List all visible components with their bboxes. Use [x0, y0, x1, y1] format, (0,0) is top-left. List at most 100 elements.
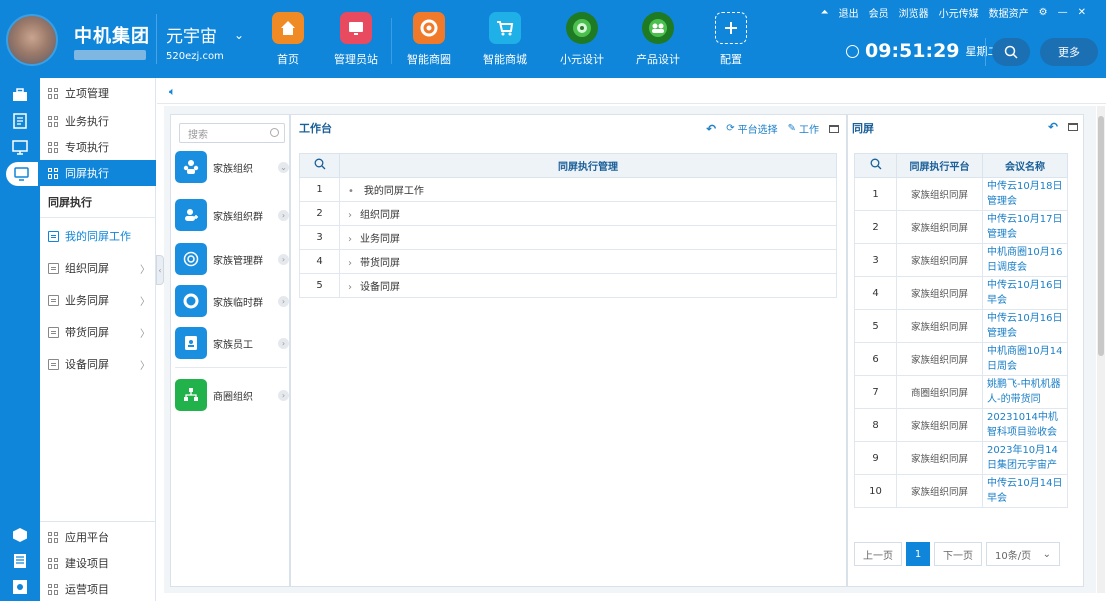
submenu-label: 带货同屏 [65, 326, 109, 339]
menu-item-operation-project[interactable]: 运营项目 [40, 576, 156, 601]
column-header-meeting: 会议名称 [982, 153, 1068, 178]
table-row[interactable]: 5 › 设备同屏 [299, 273, 837, 298]
platform-select-label: 平台选择 [737, 125, 778, 136]
prev-page-button[interactable]: 上一页 [854, 542, 902, 566]
more-button[interactable]: 更多 [1040, 38, 1098, 66]
meeting-link[interactable]: 中传云10月18日管理会 [982, 177, 1068, 211]
chevron-right-icon[interactable]: › [348, 282, 352, 293]
menu-item-project-management[interactable]: 立项管理 [40, 80, 156, 106]
submenu-device-screen[interactable]: 设备同屏 〉 [48, 352, 154, 376]
menu-item-business-execution[interactable]: 业务执行 [40, 108, 156, 134]
link-logout[interactable]: 退出 [839, 5, 859, 20]
page-size-select[interactable]: 10条/页 ⌄ [986, 542, 1060, 566]
back-icon[interactable]: ↶ [1048, 120, 1058, 134]
submenu-org-screen[interactable]: 组织同屏 〉 [48, 256, 154, 280]
table-row[interactable]: 9 家族组织同屏 2023年10月14日集团元宇宙产 [854, 441, 1068, 475]
meeting-link[interactable]: 中传云10月14日早会 [982, 474, 1068, 508]
chevron-down-icon[interactable]: ⌄ [234, 28, 244, 42]
document-icon[interactable] [9, 110, 31, 132]
table-row[interactable]: 1 家族组织同屏 中传云10月18日管理会 [854, 177, 1068, 211]
table-row[interactable]: 4 家族组织同屏 中传云10月16日早会 [854, 276, 1068, 310]
meeting-link[interactable]: 中传云10月16日管理会 [982, 309, 1068, 343]
link-data-assets[interactable]: 数据资产 [989, 5, 1029, 20]
meeting-link[interactable]: 中传云10月17日管理会 [982, 210, 1068, 244]
group-item-family-org[interactable]: 家族组织 ⌄ [175, 147, 289, 187]
nav-smart-business-circle[interactable]: 智能商圈 [394, 12, 464, 72]
menu-item-construction-project[interactable]: 建设项目 [40, 550, 156, 576]
group-label: 家族组织群 [213, 211, 263, 223]
link-xiaoyuan-media[interactable]: 小元传媒 [939, 5, 979, 20]
broadcast-icon [175, 243, 207, 275]
next-page-button[interactable]: 下一页 [934, 542, 982, 566]
search-input[interactable]: 搜索 [179, 123, 285, 143]
meeting-link[interactable]: 中机商圈10月14日周会 [982, 342, 1068, 376]
nav-product-design[interactable]: 产品设计 [623, 12, 693, 72]
meeting-link[interactable]: 姚鹏飞-中机机器人-的带货同 [982, 375, 1068, 409]
link-browser[interactable]: 浏览器 [899, 5, 929, 20]
screen-panel: 同屏 ↶ 同屏执行平台 会议名称 1 家族组织同屏 中传云10月18日管理会 2 家族组… [847, 114, 1084, 587]
link-member[interactable]: 会员 [869, 5, 889, 20]
menu-item-special-execution[interactable]: 专项执行 [40, 134, 156, 160]
chevron-right-icon[interactable]: › [348, 258, 352, 269]
operation-icon[interactable] [9, 576, 31, 598]
nav-xiaoyuan-design[interactable]: 小元设计 [547, 12, 617, 72]
table-row[interactable]: 8 家族组织同屏 20231014中机智科项目验收会 [854, 408, 1068, 442]
chevron-right-icon[interactable]: › [348, 234, 352, 245]
submenu-business-screen[interactable]: 业务同屏 〉 [48, 288, 154, 312]
group-item-family-temp-group[interactable]: 家族临时群 › [175, 281, 289, 321]
group-item-family-org-group[interactable]: 家族组织群 › [175, 195, 289, 235]
screen-share-icon[interactable] [6, 162, 38, 186]
workspace-actions: ↶ ⟳ 平台选择 ✎ 工作 [706, 121, 839, 136]
briefcase-icon[interactable] [9, 84, 31, 106]
chevron-right-icon[interactable]: › [348, 210, 352, 221]
table-row[interactable]: 4 › 带货同屏 [299, 249, 837, 274]
building-icon[interactable] [9, 550, 31, 572]
vertical-scrollbar[interactable] [1097, 106, 1105, 593]
table-row[interactable]: 3 › 业务同屏 [299, 225, 837, 250]
window-restore-icon[interactable] [1068, 123, 1078, 131]
search-column-header[interactable] [854, 153, 897, 178]
close-icon[interactable]: ✕ [1078, 7, 1086, 18]
gear-icon[interactable]: ⚙ [1039, 7, 1048, 18]
scrollbar-thumb[interactable] [1098, 116, 1104, 356]
platform-select-button[interactable]: ⟳ 平台选择 [726, 121, 777, 136]
group-label: 家族员工 [213, 339, 253, 351]
table-row[interactable]: 1 • 我的同屏工作 [299, 177, 837, 202]
search-column-header[interactable] [299, 153, 340, 178]
minimize-icon[interactable]: — [1058, 7, 1068, 18]
table-row[interactable]: 3 家族组织同屏 中机商圈10月16日调度会 [854, 243, 1068, 277]
menu-item-app-platform[interactable]: 应用平台 [40, 524, 156, 550]
work-button[interactable]: ✎ 工作 [788, 121, 819, 136]
group-item-business-circle-org[interactable]: 商圈组织 › [175, 375, 289, 415]
table-row[interactable]: 7 商圈组织同屏 姚鹏飞-中机机器人-的带货同 [854, 375, 1068, 409]
search-button[interactable] [992, 38, 1030, 66]
nav-admin-station[interactable]: 管理员站 [321, 12, 391, 72]
submenu-my-screen-work[interactable]: 我的同屏工作 [48, 224, 154, 248]
window-restore-icon[interactable] [829, 124, 839, 133]
avatar[interactable] [6, 14, 58, 66]
meeting-link[interactable]: 中传云10月16日早会 [982, 276, 1068, 310]
dropdown-triangle-icon[interactable]: ⏶ [821, 7, 829, 18]
table-row[interactable]: 5 家族组织同屏 中传云10月16日管理会 [854, 309, 1068, 343]
nav-smart-mall[interactable]: 智能商城 [470, 12, 540, 72]
meeting-link[interactable]: 20231014中机智科项目验收会 [982, 408, 1068, 442]
menu-item-label: 运营项目 [65, 583, 109, 596]
back-icon[interactable]: ↶ [706, 122, 716, 136]
current-page[interactable]: 1 [906, 542, 930, 566]
meeting-link[interactable]: 中机商圈10月16日调度会 [982, 243, 1068, 277]
group-item-family-staff[interactable]: 家族员工 › [175, 323, 289, 363]
nav-home[interactable]: 首页 [253, 12, 323, 72]
bullet-icon: • [348, 186, 354, 197]
group-item-family-mgmt-group[interactable]: 家族管理群 › [175, 239, 289, 279]
table-row[interactable]: 2 家族组织同屏 中传云10月17日管理会 [854, 210, 1068, 244]
meeting-link[interactable]: 2023年10月14日集团元宇宙产 [982, 441, 1068, 475]
table-row[interactable]: 10 家族组织同屏 中传云10月14日早会 [854, 474, 1068, 508]
cube-icon[interactable] [9, 524, 31, 546]
presentation-icon[interactable] [9, 136, 31, 158]
menu-item-screen-sync-execution[interactable]: 同屏执行 [40, 160, 156, 186]
submenu-livestream-screen[interactable]: 带货同屏 〉 [48, 320, 154, 344]
collapse-sidebar-handle[interactable]: ‹ [156, 255, 164, 285]
nav-config[interactable]: 配置 [696, 12, 766, 72]
table-row[interactable]: 6 家族组织同屏 中机商圈10月14日周会 [854, 342, 1068, 376]
table-row[interactable]: 2 › 组织同屏 [299, 201, 837, 226]
